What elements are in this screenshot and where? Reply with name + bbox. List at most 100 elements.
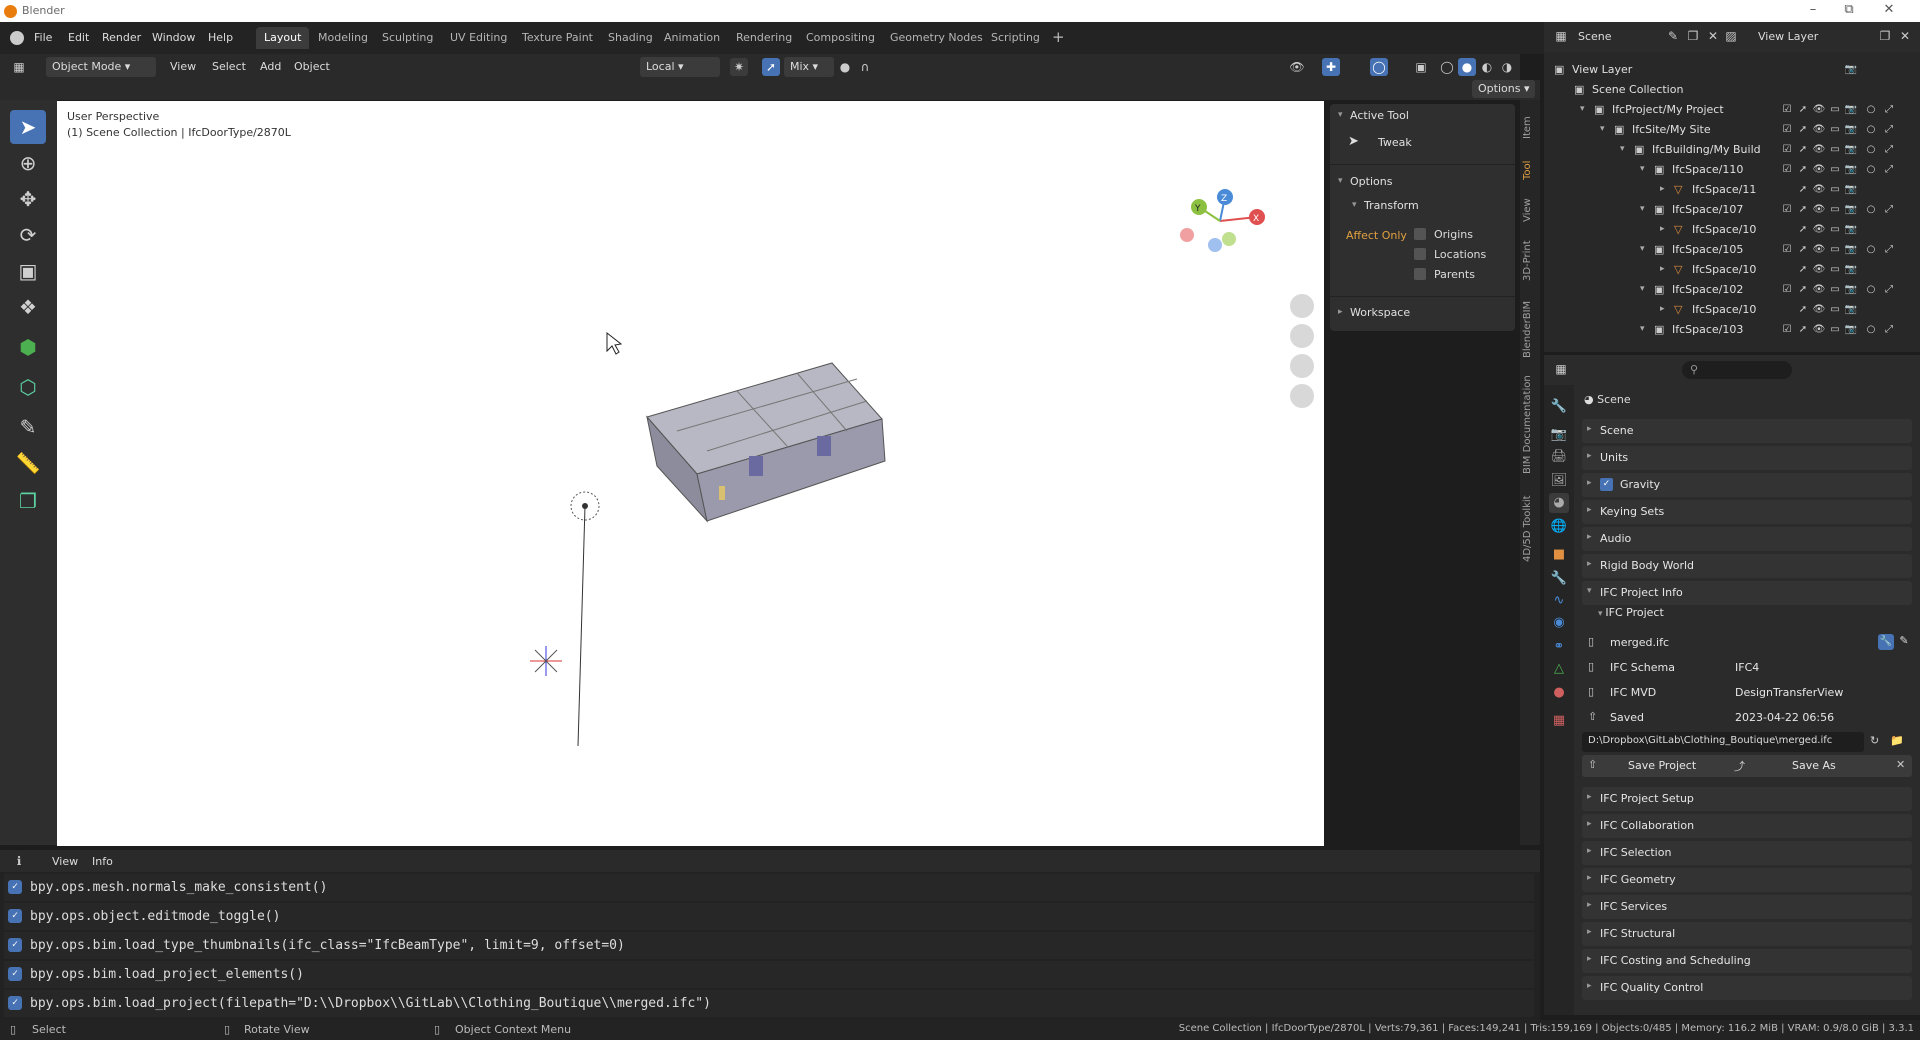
holdout-icon[interactable]: ○ xyxy=(1864,323,1878,337)
viewport-icon[interactable]: ▭ xyxy=(1828,303,1842,317)
panel-rigid-body-world[interactable]: ▸ Rigid Body World xyxy=(1582,554,1912,578)
reload-icon[interactable]: ↻ xyxy=(1870,734,1879,747)
holdout-icon[interactable]: ○ xyxy=(1864,283,1878,297)
tab-modeling[interactable]: Modeling xyxy=(310,27,376,49)
outliner-row[interactable]: ▾ ▣ IfcSpace/110 ☑ ➚ 👁 ▭ 📷 ○ ⤢ xyxy=(1544,160,1920,180)
viewport-icon[interactable]: ▭ xyxy=(1828,203,1842,217)
viewport-icon[interactable]: ▭ xyxy=(1828,323,1842,337)
expand-arrow-icon[interactable]: ▾ xyxy=(1640,204,1645,214)
add-object-tool-icon[interactable]: ⬡ xyxy=(10,370,46,404)
panel-ifc-collaboration[interactable]: ▸ IFC Collaboration xyxy=(1582,814,1912,838)
blender-menu-icon[interactable] xyxy=(10,31,24,45)
selectable-icon[interactable]: ➚ xyxy=(1796,303,1810,317)
panel-ifc-costing-and-scheduling[interactable]: ▸ IFC Costing and Scheduling xyxy=(1582,949,1912,973)
panel-ifc-project-info[interactable]: ▾ IFC Project Info xyxy=(1582,581,1912,605)
subpanel-ifc-project[interactable]: ▾ IFC Project xyxy=(1598,606,1664,619)
save-as-button[interactable]: Save As xyxy=(1792,759,1836,772)
overlay-icon[interactable]: ◯ xyxy=(1370,58,1388,76)
tab-uv-editing[interactable]: UV Editing xyxy=(442,27,515,49)
tab-animation[interactable]: Animation xyxy=(656,27,728,49)
object-tab-icon[interactable]: ■ xyxy=(1549,545,1569,565)
tab-sculpting[interactable]: Sculpting xyxy=(374,27,441,49)
indirect-icon[interactable]: ⤢ xyxy=(1882,103,1896,117)
rendered-shading-icon[interactable]: ◑ xyxy=(1498,58,1516,76)
annotate-tool-icon[interactable]: ✎ xyxy=(10,410,46,444)
outliner-row[interactable]: ▾ ▣ IfcBuilding/My Build ☑ ➚ 👁 ▭ 📷 ○ ⤢ xyxy=(1544,140,1920,160)
locations-checkbox[interactable] xyxy=(1414,248,1426,260)
outliner-row[interactable]: ▾ ▣ IfcSpace/105 ☑ ➚ 👁 ▭ 📷 ○ ⤢ xyxy=(1544,240,1920,260)
eye-icon[interactable]: 👁 xyxy=(1812,143,1826,157)
exclude-checkbox[interactable]: ☑ xyxy=(1780,123,1794,137)
viewport-icon[interactable]: ▭ xyxy=(1828,143,1842,157)
navigation-gizmo[interactable]: X Z Y xyxy=(1180,189,1265,252)
panel-audio[interactable]: ▸ Audio xyxy=(1582,527,1912,551)
selectable-icon[interactable]: ➚ xyxy=(1796,143,1810,157)
selectable-icon[interactable]: ➚ xyxy=(1796,163,1810,177)
editor-type-icon[interactable]: ▦ xyxy=(1552,27,1570,45)
eye-icon[interactable]: 👁 xyxy=(1812,223,1826,237)
expand-arrow-icon[interactable]: ▸ xyxy=(1660,224,1665,234)
render-tab-icon[interactable]: 📷 xyxy=(1549,425,1569,445)
indirect-icon[interactable]: ⤢ xyxy=(1882,163,1896,177)
render-icon[interactable]: 📷 xyxy=(1844,243,1858,257)
zoom-icon[interactable] xyxy=(1290,294,1314,318)
tab-view[interactable]: View xyxy=(1522,192,1538,228)
wireframe-shading-icon[interactable]: ◯ xyxy=(1438,58,1456,76)
snap-icon[interactable]: ➚ xyxy=(762,58,780,76)
outliner-row[interactable]: ▸ ▽ IfcSpace/10 ➚ 👁 ▭ 📷 xyxy=(1544,220,1920,240)
tweak-tool-icon[interactable]: ➤ xyxy=(10,110,46,144)
delete-view-layer-icon[interactable]: ✕ xyxy=(1896,27,1914,45)
render-icon[interactable]: 📷 xyxy=(1844,263,1858,277)
workspace-header[interactable]: Workspace xyxy=(1350,306,1410,319)
render-icon[interactable]: 📷 xyxy=(1844,223,1858,237)
solid-shading-icon[interactable]: ● xyxy=(1458,58,1476,76)
transform-tool-icon[interactable]: ❖ xyxy=(10,290,46,324)
menu-help[interactable]: Help xyxy=(208,31,233,44)
menu-edit[interactable]: Edit xyxy=(68,31,89,44)
selectable-icon[interactable]: ➚ xyxy=(1796,103,1810,117)
eye-icon[interactable]: 👁 xyxy=(1812,263,1826,277)
indirect-icon[interactable]: ⤢ xyxy=(1882,123,1896,137)
eye-icon[interactable]: 👁 xyxy=(1812,163,1826,177)
orientation-dropdown[interactable]: Local ▾ xyxy=(640,57,720,77)
texture-tab-icon[interactable]: ▦ xyxy=(1549,711,1569,731)
constraints-tab-icon[interactable]: ⚭ xyxy=(1549,637,1569,657)
viewport-icon[interactable]: ▭ xyxy=(1828,123,1842,137)
indirect-icon[interactable]: ⤢ xyxy=(1882,323,1896,337)
particles-tab-icon[interactable]: ∿ xyxy=(1549,591,1569,611)
falloff-icon[interactable]: ∩ xyxy=(856,58,874,76)
xray-icon[interactable]: ▣ xyxy=(1412,58,1430,76)
selectable-icon[interactable]: ➚ xyxy=(1796,283,1810,297)
mode-dropdown[interactable]: Object Mode ▾ xyxy=(46,57,156,77)
folder-icon[interactable]: 📁 xyxy=(1890,734,1904,747)
panel-ifc-geometry[interactable]: ▸ IFC Geometry xyxy=(1582,868,1912,892)
camera-view-icon[interactable] xyxy=(1290,354,1314,378)
exclude-checkbox[interactable]: ☑ xyxy=(1780,103,1794,117)
render-icon[interactable]: 📷 xyxy=(1844,183,1858,197)
outliner-row[interactable]: ▾ ▣ IfcSpace/103 ☑ ➚ 👁 ▭ 📷 ○ ⤢ xyxy=(1544,320,1920,340)
properties-search[interactable]: ⚲ xyxy=(1682,361,1792,379)
viewport-icon[interactable]: ▭ xyxy=(1828,223,1842,237)
selectable-icon[interactable]: ➚ xyxy=(1796,263,1810,277)
selectable-icon[interactable]: ➚ xyxy=(1796,123,1810,137)
log-entry[interactable]: ✓ bpy.ops.bim.load_project_elements() xyxy=(4,961,1534,988)
parents-checkbox[interactable] xyxy=(1414,268,1426,280)
pan-icon[interactable] xyxy=(1290,324,1314,348)
scene-selector[interactable]: Scene xyxy=(1578,30,1612,43)
expand-arrow-icon[interactable]: ▾ xyxy=(1580,104,1585,114)
eye-icon[interactable]: 👁 xyxy=(1812,303,1826,317)
editor-type-icon[interactable]: ℹ xyxy=(10,852,28,870)
origins-checkbox[interactable] xyxy=(1414,228,1426,240)
holdout-icon[interactable]: ○ xyxy=(1864,243,1878,257)
save-project-button[interactable]: Save Project xyxy=(1628,759,1696,772)
restore-icon[interactable]: ⧉ xyxy=(1836,2,1862,20)
panel-units[interactable]: ▸ Units xyxy=(1582,446,1912,470)
holdout-icon[interactable]: ○ xyxy=(1864,103,1878,117)
proportional-edit-icon[interactable]: ● xyxy=(836,58,854,76)
expand-arrow-icon[interactable]: ▸ xyxy=(1660,264,1665,274)
selectable-icon[interactable]: ➚ xyxy=(1796,243,1810,257)
gizmo-icon[interactable]: ✚ xyxy=(1322,58,1340,76)
menu-view[interactable]: View xyxy=(164,57,202,77)
panel-keying-sets[interactable]: ▸ Keying Sets xyxy=(1582,500,1912,524)
outliner-row[interactable]: ▾ ▣ IfcSpace/107 ☑ ➚ 👁 ▭ 📷 ○ ⤢ xyxy=(1544,200,1920,220)
